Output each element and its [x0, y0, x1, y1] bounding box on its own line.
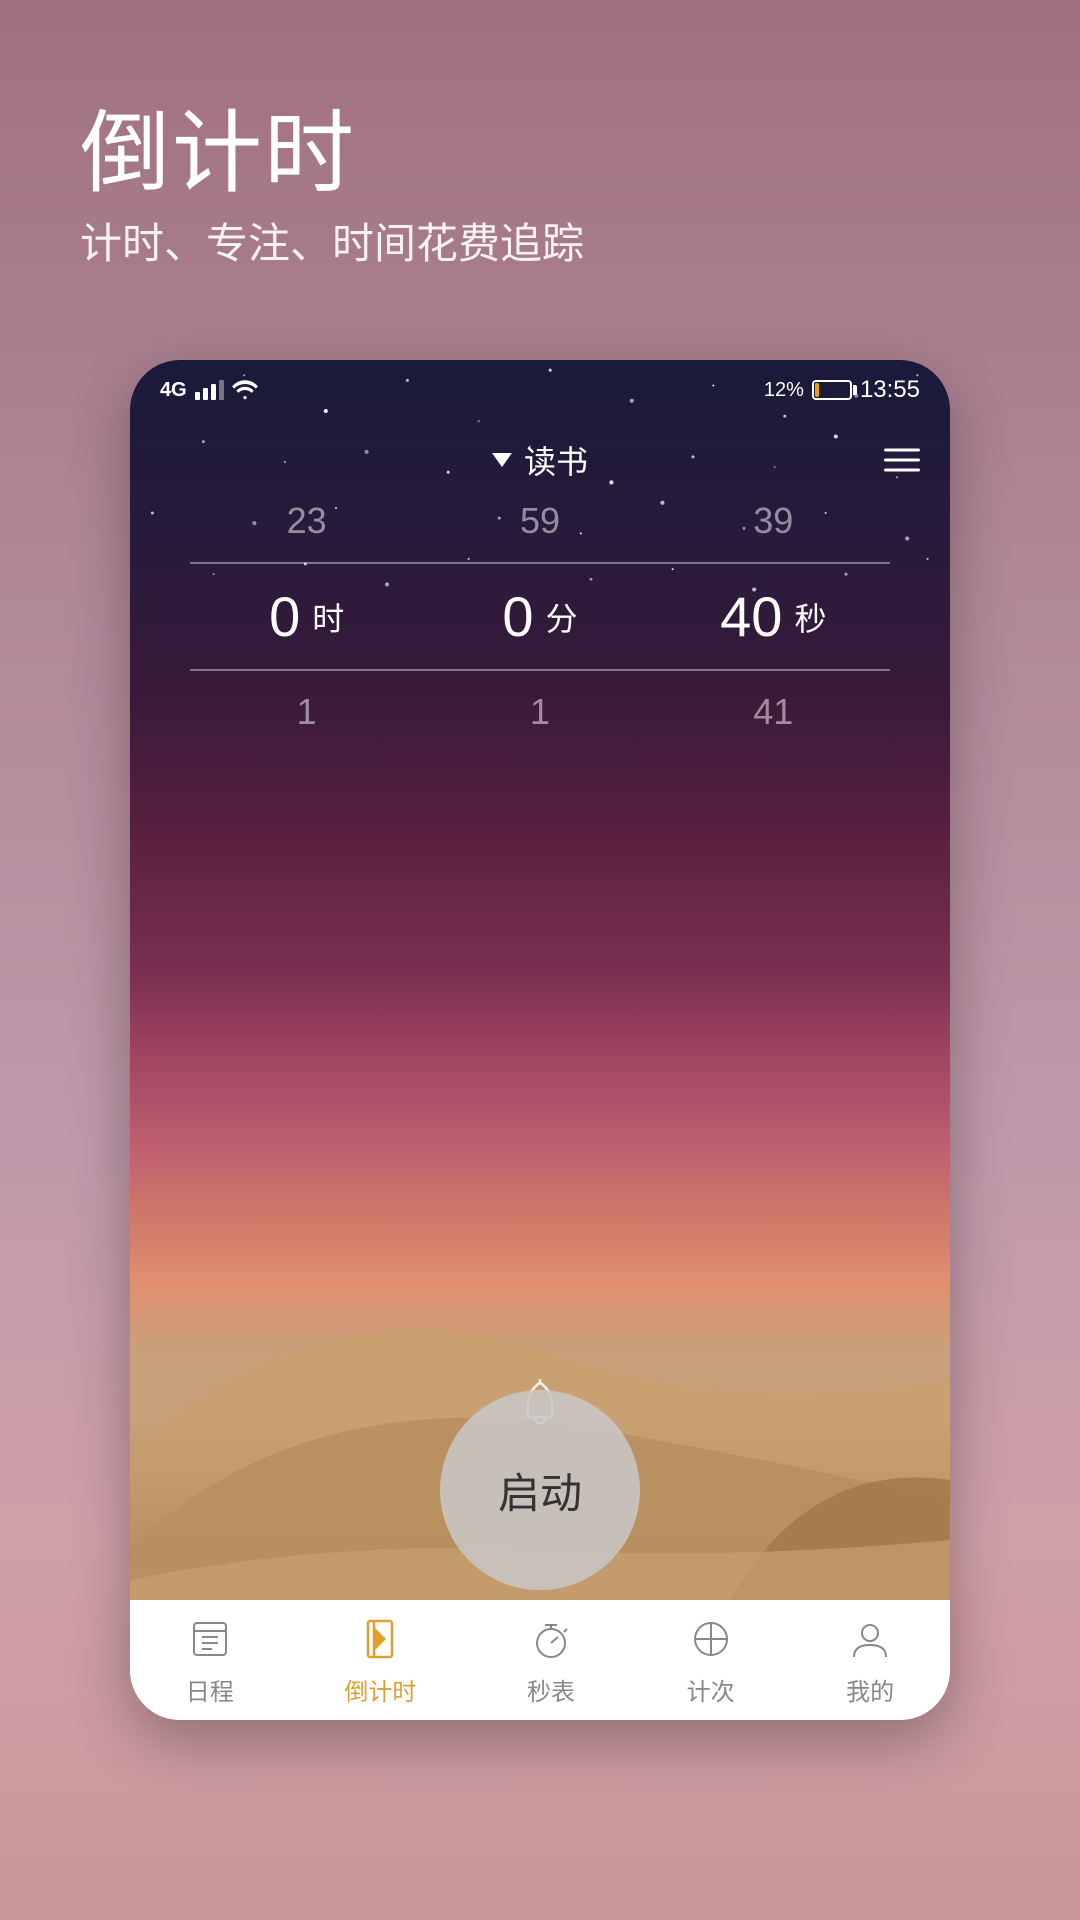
picker-minutes-value: 0 — [502, 584, 533, 649]
picker-below-minutes: 1 — [450, 691, 630, 733]
time-picker[interactable]: 23 59 39 0 时 0 分 40 秒 1 1 — [130, 500, 950, 780]
picker-minutes[interactable]: 0 分 — [450, 584, 630, 649]
page-subtitle: 计时、专注、时间花费追踪 — [80, 210, 584, 271]
picker-below-seconds: 41 — [683, 691, 863, 733]
picker-hours-value: 0 — [269, 584, 300, 649]
nav-label-mine: 我的 — [846, 1672, 894, 1707]
nav-item-counter[interactable]: 计次 — [686, 1614, 736, 1707]
menu-line-3 — [884, 469, 920, 472]
stopwatch-icon — [526, 1614, 576, 1664]
menu-line-1 — [884, 449, 920, 452]
nav-label-schedule: 日程 — [186, 1672, 234, 1707]
picker-row-main: 0 时 0 分 40 秒 — [130, 564, 950, 669]
picker-seconds-unit: 秒 — [794, 594, 826, 640]
nav-item-stopwatch[interactable]: 秒表 — [526, 1614, 576, 1707]
picker-above-seconds: 39 — [683, 500, 863, 542]
battery-percent: 12% — [764, 379, 804, 402]
phone-mockup: 4G 12% 13:55 读书 — [130, 360, 950, 1720]
network-label: 4G — [160, 379, 187, 402]
picker-below-hours: 1 — [217, 691, 397, 733]
dropdown-arrow-icon — [492, 453, 512, 467]
status-bar: 4G 12% 13:55 — [130, 360, 950, 420]
nav-item-schedule[interactable]: 日程 — [185, 1614, 235, 1707]
status-right: 12% 13:55 — [764, 376, 920, 404]
clock-time: 13:55 — [860, 376, 920, 404]
picker-minutes-unit: 分 — [546, 594, 578, 640]
counter-icon — [686, 1614, 736, 1664]
nav-label-counter: 计次 — [687, 1672, 735, 1707]
battery-icon — [812, 380, 852, 400]
page-title: 倒计时 — [80, 80, 356, 210]
picker-divider-bottom — [190, 669, 890, 671]
menu-button[interactable] — [884, 449, 920, 472]
nav-label-countdown: 倒计时 — [344, 1672, 416, 1707]
picker-above-hours: 23 — [217, 500, 397, 542]
category-label: 读书 — [524, 437, 588, 483]
bottom-nav: 日程 倒计时 — [130, 1600, 950, 1720]
picker-seconds-value: 40 — [720, 584, 782, 649]
picker-above-minutes: 59 — [450, 500, 630, 542]
picker-hours-unit: 时 — [312, 594, 344, 640]
nav-label-stopwatch: 秒表 — [527, 1672, 575, 1707]
picker-seconds[interactable]: 40 秒 — [683, 584, 863, 649]
signal-bars — [195, 380, 224, 400]
picker-row-above: 23 59 39 — [130, 500, 950, 542]
status-left: 4G — [160, 379, 258, 402]
nav-item-mine[interactable]: 我的 — [845, 1614, 895, 1707]
picker-row-below: 1 1 41 — [130, 691, 950, 733]
schedule-icon — [185, 1614, 235, 1664]
app-header: 读书 — [130, 420, 950, 500]
nav-item-countdown[interactable]: 倒计时 — [344, 1614, 416, 1707]
header-title[interactable]: 读书 — [492, 437, 588, 483]
countdown-icon — [355, 1614, 405, 1664]
menu-line-2 — [884, 459, 920, 462]
picker-hours[interactable]: 0 时 — [217, 584, 397, 649]
wifi-icon — [232, 380, 258, 400]
start-button[interactable]: 启动 — [440, 1390, 640, 1590]
start-label: 启动 — [498, 1460, 582, 1521]
mine-icon — [845, 1614, 895, 1664]
